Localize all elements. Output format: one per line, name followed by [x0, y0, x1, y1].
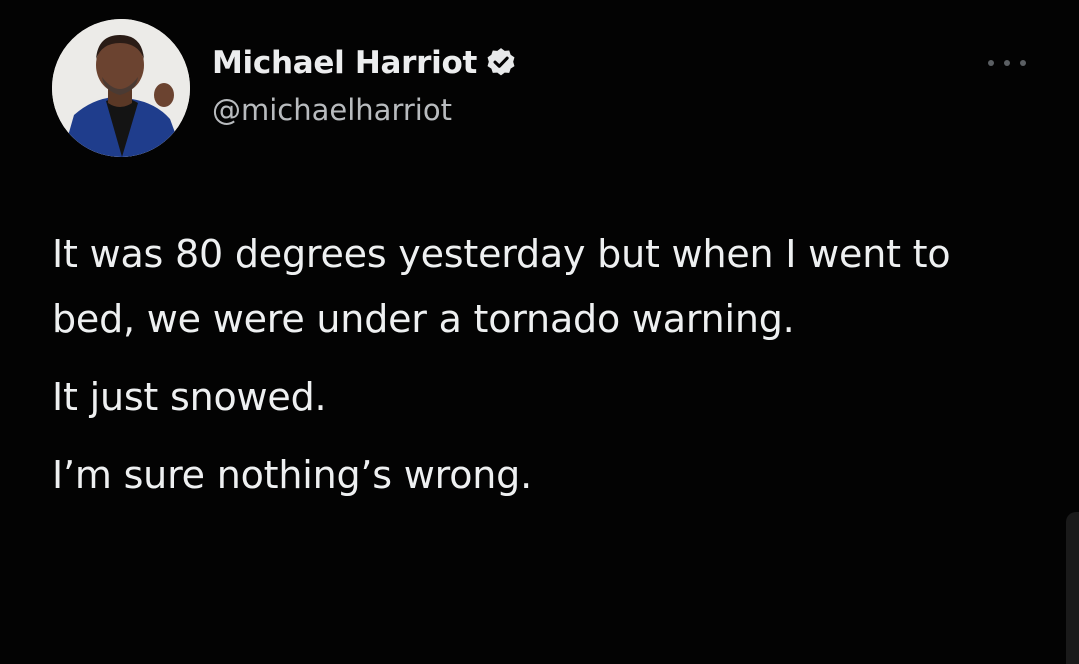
- tweet-paragraph: I’m sure nothing’s wrong.: [52, 453, 532, 497]
- tweet-paragraph: It just snowed.: [52, 375, 327, 419]
- tweet-author: Michael Harriot @michaelharriot: [212, 41, 518, 127]
- edge-overlay: [1066, 512, 1079, 664]
- more-options-icon[interactable]: [988, 56, 1026, 70]
- tweet-text: It was 80 degrees yesterday but when I w…: [52, 222, 1042, 521]
- profile-photo-icon: [52, 19, 190, 157]
- author-name-row: Michael Harriot: [212, 41, 518, 85]
- tweet-paragraph: It was 80 degrees yesterday but when I w…: [52, 232, 951, 341]
- avatar[interactable]: [52, 19, 190, 157]
- more-dot: [988, 60, 994, 66]
- verified-badge-icon: [484, 46, 518, 80]
- more-dot: [1004, 60, 1010, 66]
- author-display-name[interactable]: Michael Harriot: [212, 45, 477, 81]
- tweet-card: Michael Harriot @michaelharriot It was 8…: [0, 0, 1079, 664]
- more-dot: [1020, 60, 1026, 66]
- author-handle[interactable]: @michaelharriot: [212, 93, 518, 127]
